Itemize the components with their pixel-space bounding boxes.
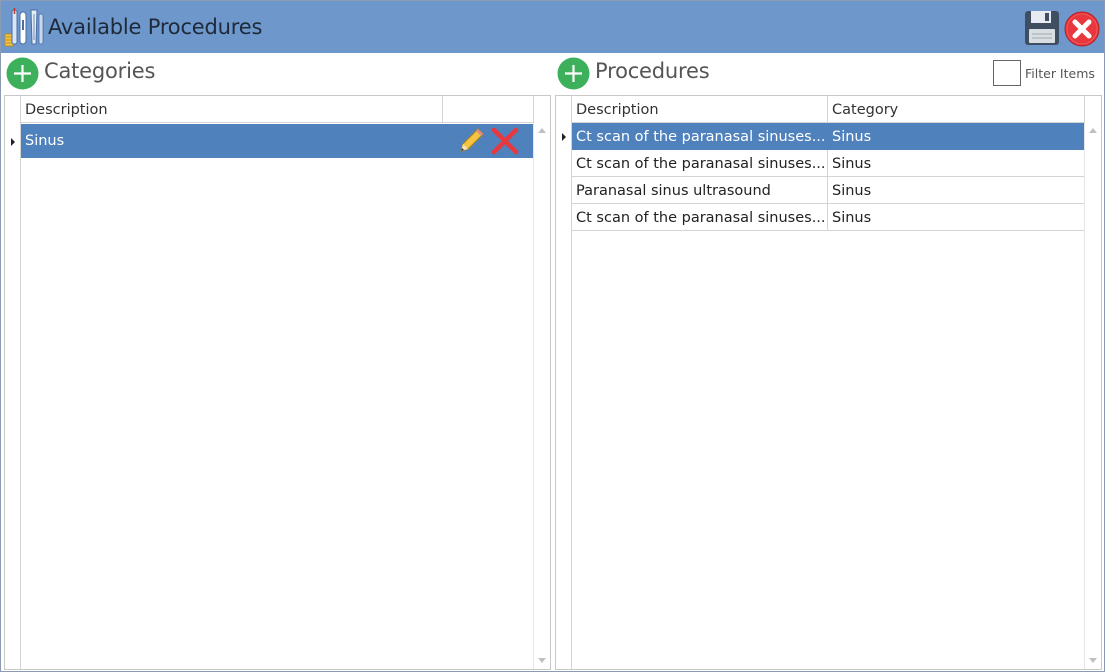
procedures-scrollbar[interactable] xyxy=(1084,123,1101,669)
row-indicator-column xyxy=(5,96,21,669)
table-row[interactable]: Sinus xyxy=(21,124,534,158)
table-row[interactable]: Ct scan of the paranasal sinuses... Sinu… xyxy=(572,204,1085,231)
procedures-title: Procedures xyxy=(595,59,710,83)
categories-scrollbar[interactable] xyxy=(533,123,550,669)
categories-grid: Description Sinus xyxy=(4,95,551,670)
categories-title: Categories xyxy=(44,59,156,83)
table-row[interactable]: Ct scan of the paranasal sinuses... Sinu… xyxy=(572,150,1085,177)
table-row[interactable]: Paranasal sinus ultrasound Sinus xyxy=(572,177,1085,204)
scroll-up-arrow[interactable] xyxy=(1089,128,1097,133)
current-row-indicator xyxy=(562,133,566,141)
table-row[interactable]: Ct scan of the paranasal sinuses... Sinu… xyxy=(572,123,1085,150)
filter-items-label: Filter Items xyxy=(1025,66,1095,81)
procedure-description-cell[interactable]: Ct scan of the paranasal sinuses... xyxy=(572,123,828,150)
procedure-category-cell[interactable]: Sinus xyxy=(828,123,1085,150)
scroll-down-arrow[interactable] xyxy=(1089,658,1097,663)
column-header-category[interactable]: Category xyxy=(828,96,1085,123)
procedures-header: Procedures xyxy=(553,57,1105,91)
title-bar: Available Procedures xyxy=(1,1,1104,53)
scroll-up-arrow[interactable] xyxy=(538,128,546,133)
close-button[interactable] xyxy=(1063,10,1101,48)
delete-x-icon[interactable] xyxy=(490,126,520,156)
procedure-description-cell[interactable]: Ct scan of the paranasal sinuses... xyxy=(572,150,828,177)
row-indicator-column xyxy=(556,96,572,669)
column-header-description[interactable]: Description xyxy=(21,96,443,123)
filter-items-checkbox[interactable] xyxy=(993,60,1021,86)
procedures-grid: Description Category Ct scan of the para… xyxy=(555,95,1102,670)
procedure-category-cell[interactable]: Sinus xyxy=(828,177,1085,204)
window-title: Available Procedures xyxy=(48,15,263,39)
save-button[interactable] xyxy=(1023,9,1061,47)
procedure-description-cell[interactable]: Paranasal sinus ultrasound xyxy=(572,177,828,204)
column-header-actions xyxy=(443,96,534,123)
current-row-indicator xyxy=(11,138,15,146)
column-header-description[interactable]: Description xyxy=(572,96,828,123)
scroll-down-arrow[interactable] xyxy=(538,658,546,663)
edit-pencil-icon[interactable] xyxy=(456,126,486,156)
add-category-button[interactable] xyxy=(6,57,39,90)
categories-header: Categories xyxy=(1,57,551,91)
procedure-category-cell[interactable]: Sinus xyxy=(828,204,1085,231)
procedure-category-cell[interactable]: Sinus xyxy=(828,150,1085,177)
procedure-description-cell[interactable]: Ct scan of the paranasal sinuses... xyxy=(572,204,828,231)
available-procedures-window: Available Procedures Categories Procedur xyxy=(0,0,1105,672)
surgical-tools-icon xyxy=(4,8,44,47)
add-procedure-button[interactable] xyxy=(557,57,590,90)
